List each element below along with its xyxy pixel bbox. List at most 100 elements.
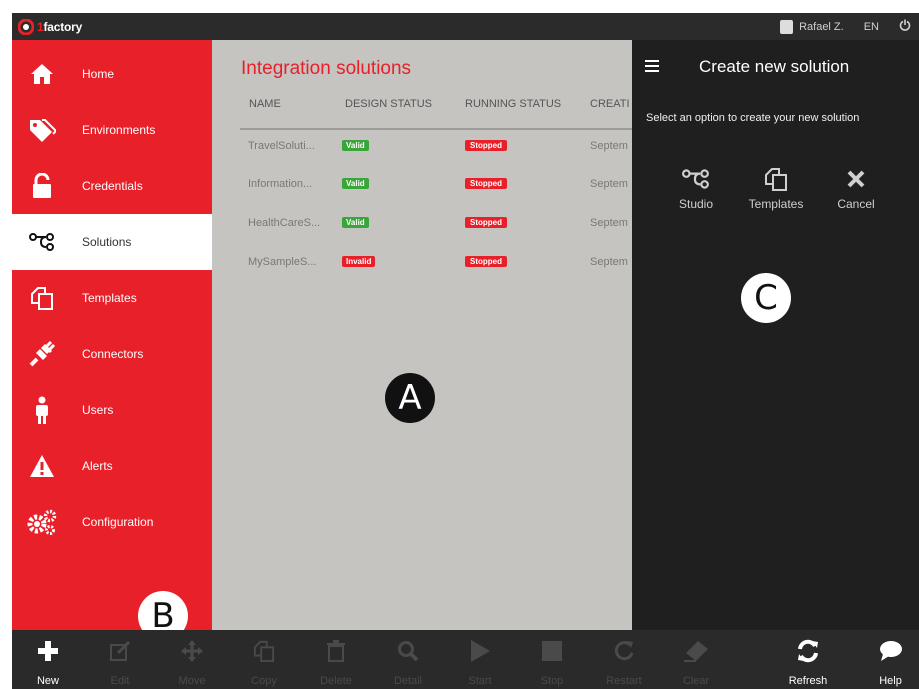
sidebar-item-templates[interactable]: Templates bbox=[12, 270, 212, 326]
row-created: Septem bbox=[590, 140, 628, 152]
sidebar-item-alerts[interactable]: Alerts bbox=[12, 438, 212, 494]
sidebar-item-credentials[interactable]: Credentials bbox=[12, 158, 212, 214]
running-status-badge: Stopped bbox=[465, 217, 507, 228]
column-header-design-status[interactable]: DESIGN STATUS bbox=[345, 98, 432, 110]
detail-button-label: Detail bbox=[393, 675, 423, 687]
language-selector[interactable]: EN bbox=[864, 21, 879, 33]
stop-icon bbox=[516, 630, 588, 672]
play-icon bbox=[444, 630, 516, 672]
design-status-badge: Valid bbox=[342, 140, 369, 151]
main-content: Integration solutions NAME DESIGN STATUS… bbox=[212, 40, 632, 630]
sidebar-item-configuration[interactable]: Configuration bbox=[12, 494, 212, 550]
avatar[interactable] bbox=[780, 19, 794, 34]
detail-button[interactable]: Detail bbox=[372, 630, 444, 689]
row-created: Septem bbox=[590, 217, 628, 229]
row-name: TravelSoluti... bbox=[248, 140, 315, 152]
logo-word: factory bbox=[43, 19, 83, 34]
move-button-label: Move bbox=[178, 675, 206, 687]
help-button[interactable]: Help bbox=[862, 630, 919, 689]
design-status-badge: Invalid bbox=[342, 256, 376, 267]
unlock-icon bbox=[22, 166, 62, 206]
running-status-badge: Stopped bbox=[465, 256, 507, 267]
close-icon bbox=[816, 161, 896, 197]
plus-icon bbox=[12, 630, 84, 672]
sidebar-item-label: Alerts bbox=[82, 459, 113, 473]
refresh-button[interactable]: Refresh bbox=[772, 630, 844, 689]
sidebar-item-label: Users bbox=[82, 403, 114, 417]
power-icon[interactable] bbox=[899, 19, 911, 34]
user-icon bbox=[22, 390, 62, 430]
table-row[interactable]: MySampleS... Invalid Stopped Septem bbox=[212, 254, 632, 274]
row-created: Septem bbox=[590, 256, 628, 268]
page-title: Integration solutions bbox=[241, 58, 412, 79]
table-row[interactable]: TravelSoluti... Valid Stopped Septem bbox=[212, 138, 632, 158]
delete-button-label: Delete bbox=[320, 675, 352, 687]
sidebar-item-connectors[interactable]: Connectors bbox=[12, 326, 212, 382]
menu-icon[interactable] bbox=[645, 60, 659, 72]
edit-button-label: Edit bbox=[110, 675, 130, 687]
column-header-name[interactable]: NAME bbox=[249, 98, 281, 110]
sidebar-item-home[interactable]: Home bbox=[12, 46, 212, 102]
column-header-created[interactable]: CREATI bbox=[590, 98, 630, 110]
gears-icon bbox=[22, 502, 62, 542]
user-area: Rafael Z. EN bbox=[780, 19, 919, 34]
sidebar-item-environments[interactable]: Environments bbox=[12, 102, 212, 158]
bottom-toolbar: New Edit Move Copy Delete Detail Start S… bbox=[12, 630, 919, 689]
create-solution-panel: Create new solution Select an option to … bbox=[632, 40, 919, 630]
column-header-running-status[interactable]: RUNNING STATUS bbox=[465, 98, 561, 110]
clear-button-label: Clear bbox=[682, 675, 710, 687]
callout-marker-a: A bbox=[385, 373, 435, 423]
top-bar: 1factory Rafael Z. EN bbox=[12, 13, 919, 40]
edit-icon bbox=[84, 630, 156, 672]
sidebar: Home Environments Credentials Solutions … bbox=[12, 40, 212, 630]
copy-button[interactable]: Copy bbox=[228, 630, 300, 689]
sidebar-item-label: Connectors bbox=[82, 347, 144, 361]
new-button-label: New bbox=[36, 675, 59, 687]
start-button-label: Start bbox=[468, 675, 492, 687]
running-status-badge: Stopped bbox=[465, 140, 507, 151]
new-button[interactable]: New bbox=[12, 630, 84, 689]
stop-button[interactable]: Stop bbox=[516, 630, 588, 689]
solutions-icon bbox=[22, 222, 62, 262]
table-row[interactable]: Information... Valid Stopped Septem bbox=[212, 176, 632, 196]
search-icon bbox=[372, 630, 444, 672]
sidebar-item-label: Environments bbox=[82, 123, 156, 137]
studio-icon bbox=[656, 161, 736, 197]
copy-button-label: Copy bbox=[251, 675, 277, 687]
copy-icon bbox=[22, 278, 62, 318]
cancel-option-label: Cancel bbox=[837, 197, 875, 211]
sidebar-item-label: Templates bbox=[82, 291, 137, 305]
edit-button[interactable]: Edit bbox=[84, 630, 156, 689]
row-name: Information... bbox=[248, 178, 313, 190]
table-row[interactable]: HealthCareS... Valid Stopped Septem bbox=[212, 215, 632, 235]
start-button[interactable]: Start bbox=[444, 630, 516, 689]
clear-button[interactable]: Clear bbox=[660, 630, 732, 689]
row-created: Septem bbox=[590, 178, 628, 190]
move-button[interactable]: Move bbox=[156, 630, 228, 689]
move-icon bbox=[156, 630, 228, 672]
warning-icon bbox=[22, 446, 62, 486]
templates-option-button[interactable]: Templates bbox=[736, 161, 816, 211]
logo-text: 1factory bbox=[37, 20, 82, 34]
header-divider bbox=[240, 128, 632, 130]
trash-icon bbox=[300, 630, 372, 672]
refresh-button-label: Refresh bbox=[788, 675, 828, 687]
delete-button[interactable]: Delete bbox=[300, 630, 372, 689]
restart-button[interactable]: Restart bbox=[588, 630, 660, 689]
sidebar-item-label: Configuration bbox=[82, 515, 154, 529]
design-status-badge: Valid bbox=[342, 217, 369, 228]
studio-option-button[interactable]: Studio bbox=[656, 161, 736, 211]
design-status-badge: Valid bbox=[342, 178, 369, 189]
user-name[interactable]: Rafael Z. bbox=[799, 21, 844, 33]
sidebar-item-label: Credentials bbox=[82, 179, 143, 193]
sidebar-item-solutions[interactable]: Solutions bbox=[12, 214, 212, 270]
panel-title: Create new solution bbox=[699, 57, 850, 76]
logo-mark-icon bbox=[18, 18, 34, 35]
row-name: MySampleS... bbox=[248, 256, 317, 268]
running-status-badge: Stopped bbox=[465, 178, 507, 189]
sidebar-item-users[interactable]: Users bbox=[12, 382, 212, 438]
tags-icon bbox=[22, 110, 62, 150]
cancel-option-button[interactable]: Cancel bbox=[816, 161, 896, 211]
sidebar-item-label: Solutions bbox=[82, 235, 132, 249]
callout-marker-c: C bbox=[741, 273, 791, 323]
